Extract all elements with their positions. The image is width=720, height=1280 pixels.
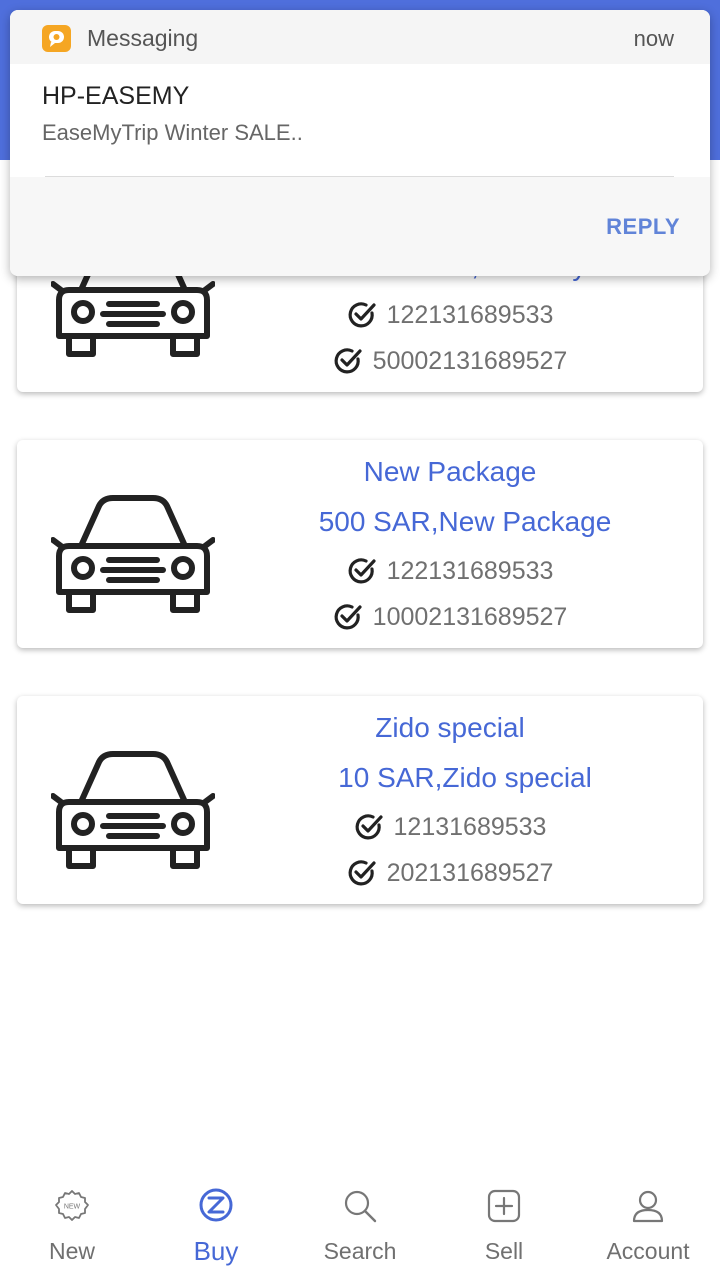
package-card[interactable]: Zido special 10 SAR,Zido special 1213168… bbox=[17, 696, 703, 904]
package-id: 202131689527 bbox=[386, 858, 554, 887]
zido-logo-icon bbox=[199, 1188, 233, 1222]
nav-item-search[interactable]: Search bbox=[288, 1160, 432, 1280]
nav-label: Account bbox=[606, 1238, 690, 1264]
check-circle-icon bbox=[334, 604, 362, 630]
nav-label: New bbox=[48, 1238, 95, 1264]
package-id-row: 122131689533 bbox=[227, 300, 673, 330]
package-id: 10002131689527 bbox=[372, 602, 568, 631]
check-circle-icon bbox=[334, 348, 362, 374]
notification-body: EaseMyTrip Winter SALE.. bbox=[42, 120, 303, 145]
package-id-row: 10002131689527 bbox=[227, 602, 673, 632]
notification-time: now bbox=[633, 26, 674, 51]
package-price: 10 SAR,Zido special bbox=[338, 762, 592, 793]
check-circle-icon bbox=[355, 814, 383, 840]
package-name: Zido special bbox=[375, 712, 525, 743]
package-id: 122131689533 bbox=[386, 300, 554, 329]
check-circle-icon bbox=[348, 302, 376, 328]
check-circle-icon bbox=[348, 860, 376, 886]
person-icon bbox=[632, 1190, 664, 1223]
package-id-row: 122131689533 bbox=[227, 556, 673, 586]
package-id: 50002131689527 bbox=[372, 346, 568, 375]
nav-label: Sell bbox=[484, 1238, 524, 1264]
car-icon bbox=[51, 751, 215, 869]
search-icon bbox=[344, 1190, 377, 1223]
package-id-row: 202131689527 bbox=[227, 858, 673, 888]
reply-button[interactable]: REPLY bbox=[606, 214, 680, 240]
bottom-navigation: NEW New Buy Search Sell Account bbox=[0, 1160, 720, 1280]
package-price: 500 SAR,New Package bbox=[318, 506, 612, 537]
plus-square-icon bbox=[487, 1189, 521, 1223]
divider bbox=[45, 176, 674, 177]
new-badge-icon: NEW bbox=[55, 1190, 89, 1221]
package-id: 12131689533 bbox=[393, 812, 547, 841]
messaging-app-icon bbox=[42, 25, 71, 52]
notification-app-name: Messaging bbox=[87, 25, 199, 51]
nav-label: Search bbox=[323, 1238, 397, 1264]
car-icon bbox=[51, 495, 215, 613]
check-circle-icon bbox=[348, 558, 376, 584]
notification-actions bbox=[10, 177, 710, 276]
svg-text:NEW: NEW bbox=[64, 1204, 81, 1211]
package-name: New Package bbox=[363, 456, 537, 487]
package-id-row: 12131689533 bbox=[227, 812, 673, 842]
nav-item-account[interactable]: Account bbox=[576, 1160, 720, 1280]
package-card[interactable]: New Package 500 SAR,New Package 12213168… bbox=[17, 440, 703, 648]
nav-item-buy[interactable]: Buy bbox=[144, 1160, 288, 1280]
package-id: 122131689533 bbox=[386, 556, 554, 585]
nav-item-new[interactable]: NEW New bbox=[0, 1160, 144, 1280]
package-id-row: 50002131689527 bbox=[227, 346, 673, 376]
nav-item-sell[interactable]: Sell bbox=[432, 1160, 576, 1280]
message-notification[interactable]: Messaging now HP-EASEMY EaseMyTrip Winte… bbox=[10, 10, 710, 276]
nav-label: Buy bbox=[193, 1236, 239, 1266]
notification-title: HP-EASEMY bbox=[42, 82, 190, 110]
